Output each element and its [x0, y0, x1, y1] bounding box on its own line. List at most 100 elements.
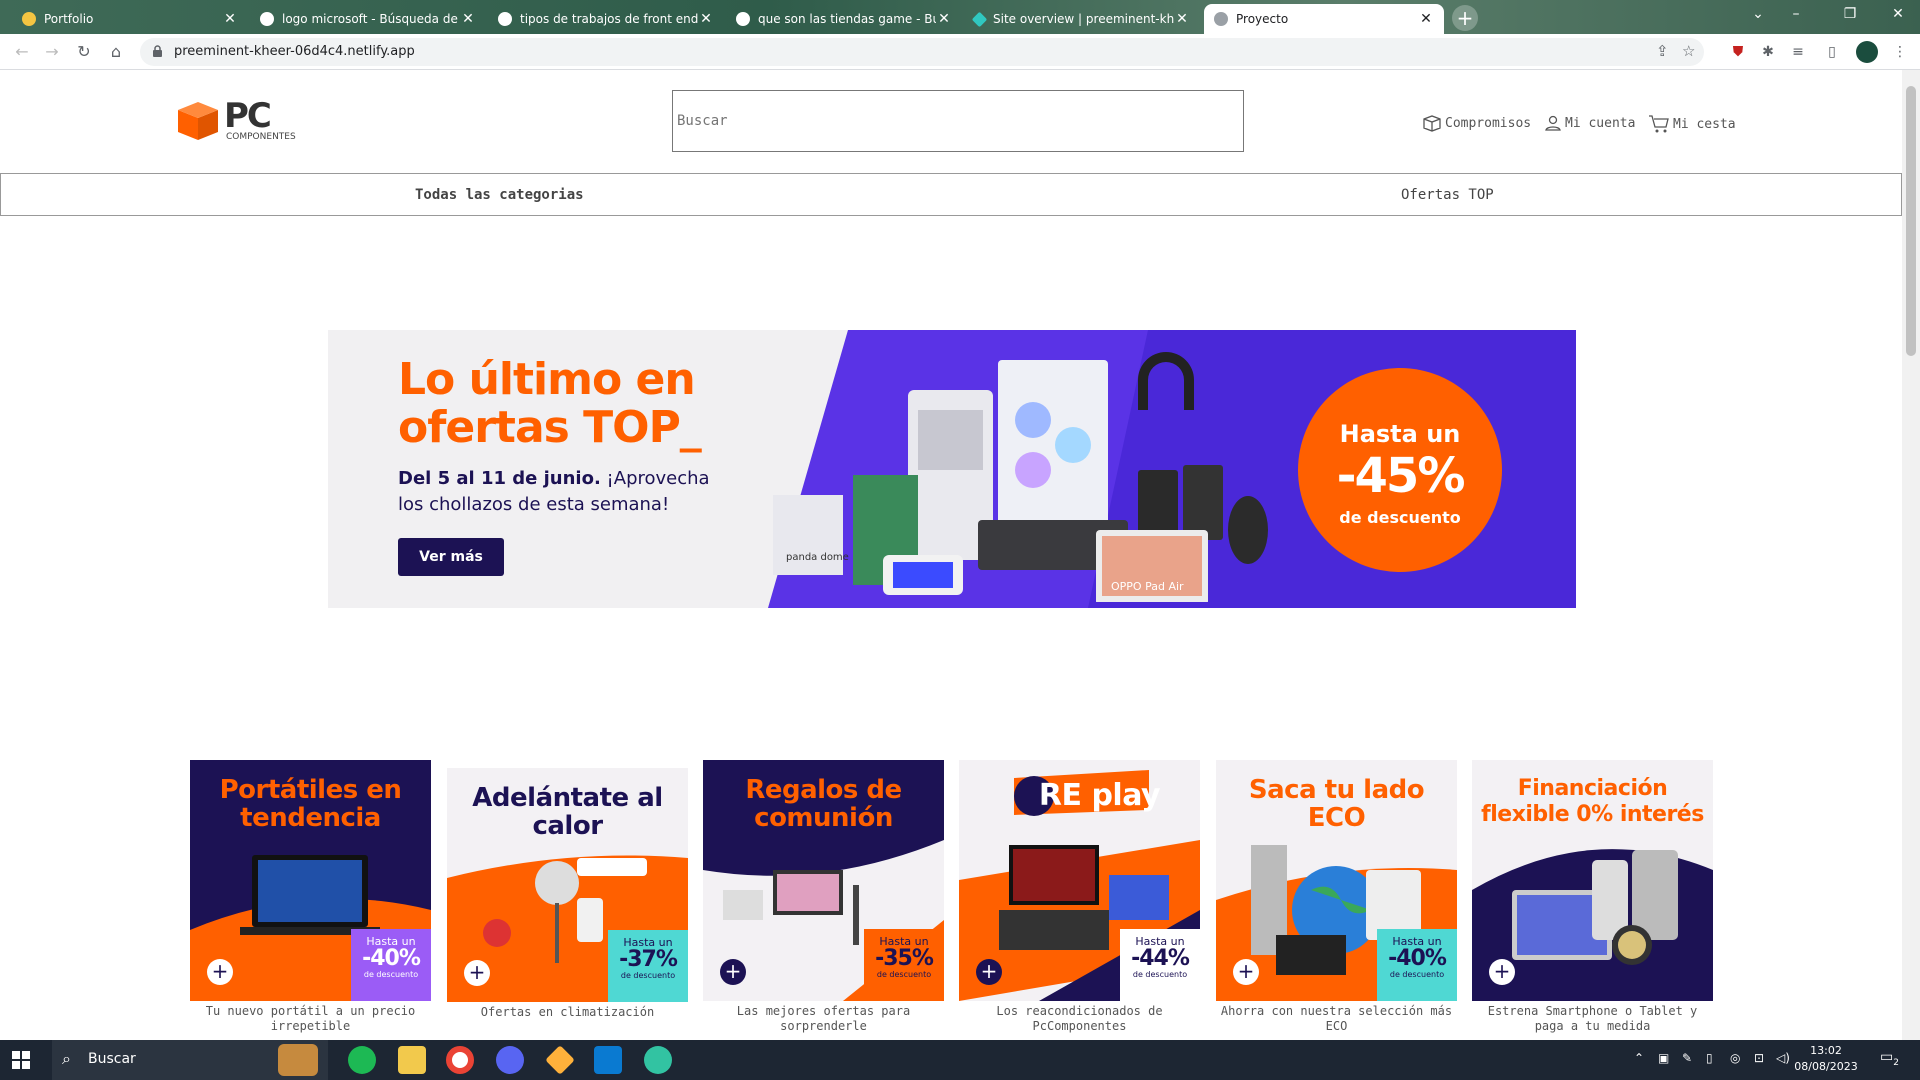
close-window-icon[interactable]: ✕ [1888, 6, 1908, 22]
side-panel-icon[interactable]: ▯ [1822, 42, 1842, 62]
tab-portfolio[interactable]: Portfolio ✕ [12, 4, 248, 34]
home-icon[interactable]: ⌂ [104, 40, 128, 64]
package-icon [1423, 115, 1441, 132]
spotify-icon[interactable] [348, 1046, 376, 1074]
cat-illustration-icon [278, 1044, 318, 1076]
mi-cuenta-link[interactable]: Mi cuenta [1544, 114, 1635, 132]
svg-text:OPPO Pad Air: OPPO Pad Air [1111, 580, 1184, 593]
promo-card-image: Saca tu lado ECO Hasta un -40% de descuent… [1216, 760, 1457, 1001]
netlify-icon [971, 11, 988, 27]
menu-kebab-icon[interactable]: ⋮ [1890, 42, 1910, 62]
tab-netlify[interactable]: Site overview | preeminent-khee ✕ [964, 4, 1200, 34]
close-tab-icon[interactable]: ✕ [1174, 11, 1190, 27]
category-nav: Todas las categorias Ofertas TOP [0, 173, 1902, 216]
url-text: preeminent-kheer-06d4c4.netlify.app [174, 44, 415, 59]
discount-badge: Hasta un -37% de descuento [608, 930, 688, 1002]
vscode-icon[interactable] [594, 1046, 622, 1074]
lock-icon [153, 45, 162, 57]
taskbar-clock[interactable]: 13:02 08/08/2023 [1794, 1043, 1858, 1075]
compromisos-link[interactable]: Compromisos [1422, 114, 1531, 132]
page-scrollbar[interactable] [1902, 70, 1920, 1040]
discount-badge: Hasta un -44% de descuento [1120, 929, 1200, 1001]
forward-icon[interactable]: → [40, 40, 64, 64]
share-icon[interactable]: ⇪ [1656, 42, 1669, 60]
close-tab-icon[interactable]: ✕ [936, 11, 952, 27]
search-icon: ⌕ [62, 1049, 71, 1068]
plus-icon[interactable]: + [1233, 959, 1259, 985]
tray-mic-icon[interactable]: ✎ [1682, 1051, 1692, 1065]
tray-sync-icon[interactable]: ◎ [1730, 1051, 1740, 1065]
scrollbar-thumb[interactable] [1906, 86, 1916, 356]
hero-discount-badge: Hasta un -45% de descuento [1298, 368, 1502, 572]
promo-card-portatiles[interactable]: Portátiles en tendencia Hasta un -40% de d… [190, 760, 431, 1034]
promo-card-comunion[interactable]: Regalos de comunión Hasta un -35% de descu… [703, 760, 944, 1034]
windows-taskbar: ⌕ Buscar ⌃ ▣ ✎ ▯ ◎ ⊡ ◁) 13:02 08/08/2023… [0, 1040, 1920, 1080]
discount-badge: Hasta un -40% de descuento [1377, 929, 1457, 1001]
bookmark-star-icon[interactable]: ☆ [1682, 42, 1695, 60]
tray-volume-icon[interactable]: ◁) [1776, 1051, 1790, 1065]
promo-card-eco[interactable]: Saca tu lado ECO Hasta un -40% de descuent… [1216, 760, 1457, 1034]
plus-icon[interactable]: + [207, 959, 233, 985]
edge-icon[interactable] [644, 1046, 672, 1074]
discount-badge: Hasta un -40% de descuento [351, 929, 431, 1001]
windows-start-icon[interactable] [12, 1051, 30, 1069]
hero-subtitle: Del 5 al 11 de junio. ¡Aprovecha los cho… [398, 468, 710, 515]
tray-battery-icon[interactable]: ▯ [1706, 1051, 1713, 1065]
google-icon [736, 12, 750, 26]
google-icon [498, 12, 512, 26]
file-explorer-icon[interactable] [398, 1046, 426, 1074]
tab-logo-microsoft[interactable]: logo microsoft - Búsqueda de G ✕ [250, 4, 486, 34]
tab-tiendas-game[interactable]: que son las tiendas game - Busc ✕ [726, 4, 962, 34]
new-tab-button[interactable]: + [1452, 5, 1478, 31]
search-input[interactable] [672, 90, 1244, 152]
chrome-icon[interactable] [446, 1046, 474, 1074]
plus-icon[interactable]: + [1489, 959, 1515, 985]
page-viewport: PC COMPONENTES Compromisos Mi cuenta Mi … [0, 70, 1902, 1040]
promo-card-calor[interactable]: Adelántate al calor Hasta un -37% de descu… [447, 768, 688, 1020]
reload-icon[interactable]: ↻ [72, 40, 96, 64]
tab-proyecto[interactable]: Proyecto ✕ [1204, 4, 1444, 34]
plus-icon[interactable]: + [976, 959, 1002, 985]
tab-search-icon[interactable]: ⌄ [1748, 6, 1768, 22]
tray-network-icon[interactable]: ⊡ [1754, 1051, 1764, 1065]
promo-card-replay[interactable]: RE play Hasta un -44% de descuento + Los r… [959, 760, 1200, 1034]
promo-card-image: Adelántate al calor Hasta un -37% de descu… [447, 768, 688, 1002]
reading-list-icon[interactable]: ≡ [1788, 42, 1808, 62]
discord-icon[interactable] [496, 1046, 524, 1074]
user-icon [1545, 115, 1561, 131]
tray-chevron-icon[interactable]: ⌃ [1634, 1051, 1644, 1065]
taskbar-search[interactable]: ⌕ Buscar [52, 1040, 328, 1080]
hero-banner[interactable]: OPPO Pad Air panda dome Lo último en ofer… [328, 330, 1576, 608]
tray-meet-icon[interactable]: ▣ [1658, 1051, 1669, 1065]
todas-categorias-link[interactable]: Todas las categorias [415, 187, 584, 203]
globe-icon [1214, 12, 1228, 26]
close-tab-icon[interactable]: ✕ [1418, 11, 1434, 27]
close-tab-icon[interactable]: ✕ [222, 11, 238, 27]
promo-card-image: Financiación flexible 0% interés + [1472, 760, 1713, 1001]
promo-card-image: Portátiles en tendencia Hasta un -40% de d… [190, 760, 431, 1001]
ublock-icon[interactable]: ⛊ [1728, 42, 1748, 62]
restore-icon[interactable]: ❐ [1840, 6, 1860, 22]
pccomponentes-logo[interactable]: PC COMPONENTES [176, 96, 306, 148]
hero-products-image: OPPO Pad Air panda dome [773, 352, 1268, 602]
git-app-icon[interactable] [545, 1045, 575, 1075]
plus-icon[interactable]: + [464, 960, 490, 986]
minimize-icon[interactable]: – [1786, 6, 1806, 22]
plus-icon[interactable]: + [720, 959, 746, 985]
discount-badge: Hasta un -35% de descuento [864, 929, 944, 1001]
profile-avatar[interactable] [1856, 41, 1878, 63]
ver-mas-button[interactable]: Ver más [398, 538, 504, 576]
back-icon[interactable]: ← [10, 40, 34, 64]
notifications-icon[interactable]: ▭2 [1880, 1049, 1899, 1068]
promo-card-financiacion[interactable]: Financiación flexible 0% interés + Estre… [1472, 760, 1713, 1034]
mi-cesta-link[interactable]: Mi cesta [1648, 114, 1736, 134]
cart-icon [1649, 115, 1669, 133]
browser-tab-strip: Portfolio ✕ logo microsoft - Búsqueda de… [0, 0, 1920, 34]
address-bar[interactable]: preeminent-kheer-06d4c4.netlify.app ⇪ ☆ [140, 38, 1704, 66]
close-tab-icon[interactable]: ✕ [698, 11, 714, 27]
ofertas-top-link[interactable]: Ofertas TOP [1401, 187, 1494, 203]
promo-card-image: Regalos de comunión Hasta un -35% de descu… [703, 760, 944, 1001]
tab-tipos-trabajos[interactable]: tipos de trabajos de front end y ✕ [488, 4, 724, 34]
close-tab-icon[interactable]: ✕ [460, 11, 476, 27]
extensions-icon[interactable]: ✱ [1758, 42, 1778, 62]
